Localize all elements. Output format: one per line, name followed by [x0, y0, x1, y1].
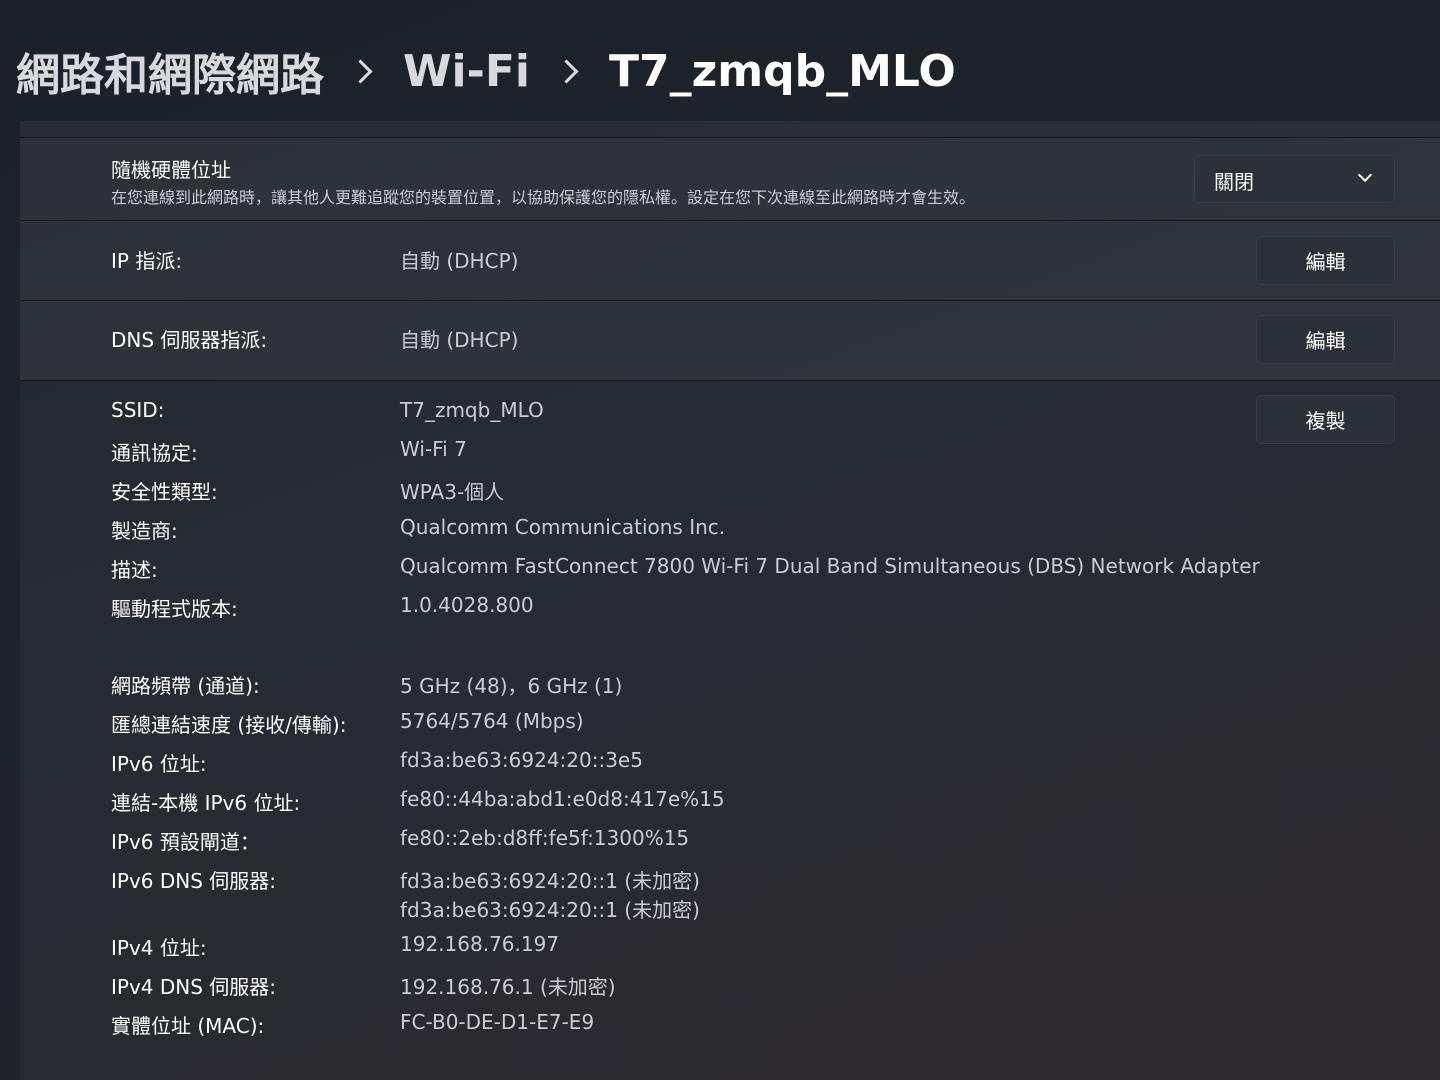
- ipv6-address-value: fd3a:be63:6924:20::3e5: [400, 748, 643, 772]
- manufacturer-label: 製造商:: [111, 519, 178, 543]
- ssid-value: T7_zmqb_MLO: [400, 398, 544, 422]
- protocol-value: Wi-Fi 7: [400, 437, 467, 461]
- dns-edit-button[interactable]: 編輯: [1256, 315, 1395, 364]
- network-band-label: 網路頻帶 (通道):: [111, 674, 260, 698]
- chevron-right-icon: [554, 58, 579, 84]
- dropdown-selected-value: 關閉: [1214, 170, 1254, 194]
- ipv6-gateway-value: fe80::2eb:d8ff:fe5f:1300%15: [400, 826, 690, 850]
- chevron-right-icon: [348, 58, 373, 84]
- random-hardware-address-description: 在您連線到此網路時，讓其他人更難追蹤您的裝置位置，以協助保護您的隱私權。設定在您…: [111, 188, 976, 207]
- ssid-label: SSID:: [111, 398, 165, 422]
- ipv4-address-label: IPv4 位址:: [111, 936, 207, 960]
- mac-address-value: FC-B0-DE-D1-E7-E9: [400, 1010, 595, 1034]
- security-type-label: 安全性類型:: [111, 480, 218, 504]
- description-label: 描述:: [111, 558, 158, 582]
- ipv4-dns-value: 192.168.76.1 (未加密): [400, 975, 616, 999]
- breadcrumb: 網路和網際網路 Wi-Fi T7_zmqb_MLO: [16, 36, 956, 106]
- breadcrumb-wifi[interactable]: Wi-Fi: [403, 46, 530, 97]
- chevron-down-icon: [1357, 167, 1373, 183]
- network-band-value: 5 GHz (48)，6 GHz (1): [400, 674, 623, 698]
- ip-assignment-value: 自動 (DHCP): [400, 249, 519, 273]
- link-speed-value: 5764/5764 (Mbps): [400, 709, 584, 733]
- ipv6-dns-value-2: fd3a:be63:6924:20::1 (未加密): [400, 898, 700, 922]
- card-top-strip: [20, 121, 1440, 138]
- ipv4-dns-label: IPv4 DNS 伺服器:: [111, 975, 277, 999]
- random-hardware-address-dropdown[interactable]: 關閉: [1194, 155, 1395, 203]
- ipv4-address-value: 192.168.76.197: [400, 932, 560, 956]
- random-hardware-address-title: 隨機硬體位址: [111, 158, 231, 182]
- ipv6-dns-label: IPv6 DNS 伺服器:: [111, 869, 277, 893]
- driver-version-value: 1.0.4028.800: [400, 593, 534, 617]
- link-local-ipv6-value: fe80::44ba:abd1:e0d8:417e%15: [400, 787, 725, 811]
- protocol-label: 通訊協定:: [111, 441, 198, 465]
- driver-version-label: 驅動程式版本:: [111, 597, 238, 621]
- manufacturer-value: Qualcomm Communications Inc.: [400, 515, 726, 539]
- breadcrumb-network-internet[interactable]: 網路和網際網路: [16, 39, 324, 103]
- ipv6-address-label: IPv6 位址:: [111, 752, 207, 776]
- ip-assignment-row: [20, 221, 1440, 301]
- security-type-value: WPA3-個人: [400, 480, 505, 504]
- ipv6-dns-value-1: fd3a:be63:6924:20::1 (未加密): [400, 869, 700, 893]
- link-local-ipv6-label: 連結-本機 IPv6 位址:: [111, 791, 301, 815]
- copy-button[interactable]: 複製: [1256, 395, 1395, 444]
- description-value: Qualcomm FastConnect 7800 Wi-Fi 7 Dual B…: [400, 554, 1260, 578]
- ip-assignment-label: IP 指派:: [111, 249, 183, 273]
- breadcrumb-network-name: T7_zmqb_MLO: [609, 45, 956, 97]
- dns-assignment-value: 自動 (DHCP): [400, 328, 519, 352]
- dns-assignment-label: DNS 伺服器指派:: [111, 328, 268, 352]
- ipv6-gateway-label: IPv6 預設閘道：: [111, 830, 260, 854]
- ip-edit-button[interactable]: 編輯: [1256, 236, 1395, 285]
- link-speed-label: 匯總連結速度 (接收/傳輸):: [111, 713, 347, 737]
- mac-address-label: 實體位址 (MAC):: [111, 1014, 265, 1038]
